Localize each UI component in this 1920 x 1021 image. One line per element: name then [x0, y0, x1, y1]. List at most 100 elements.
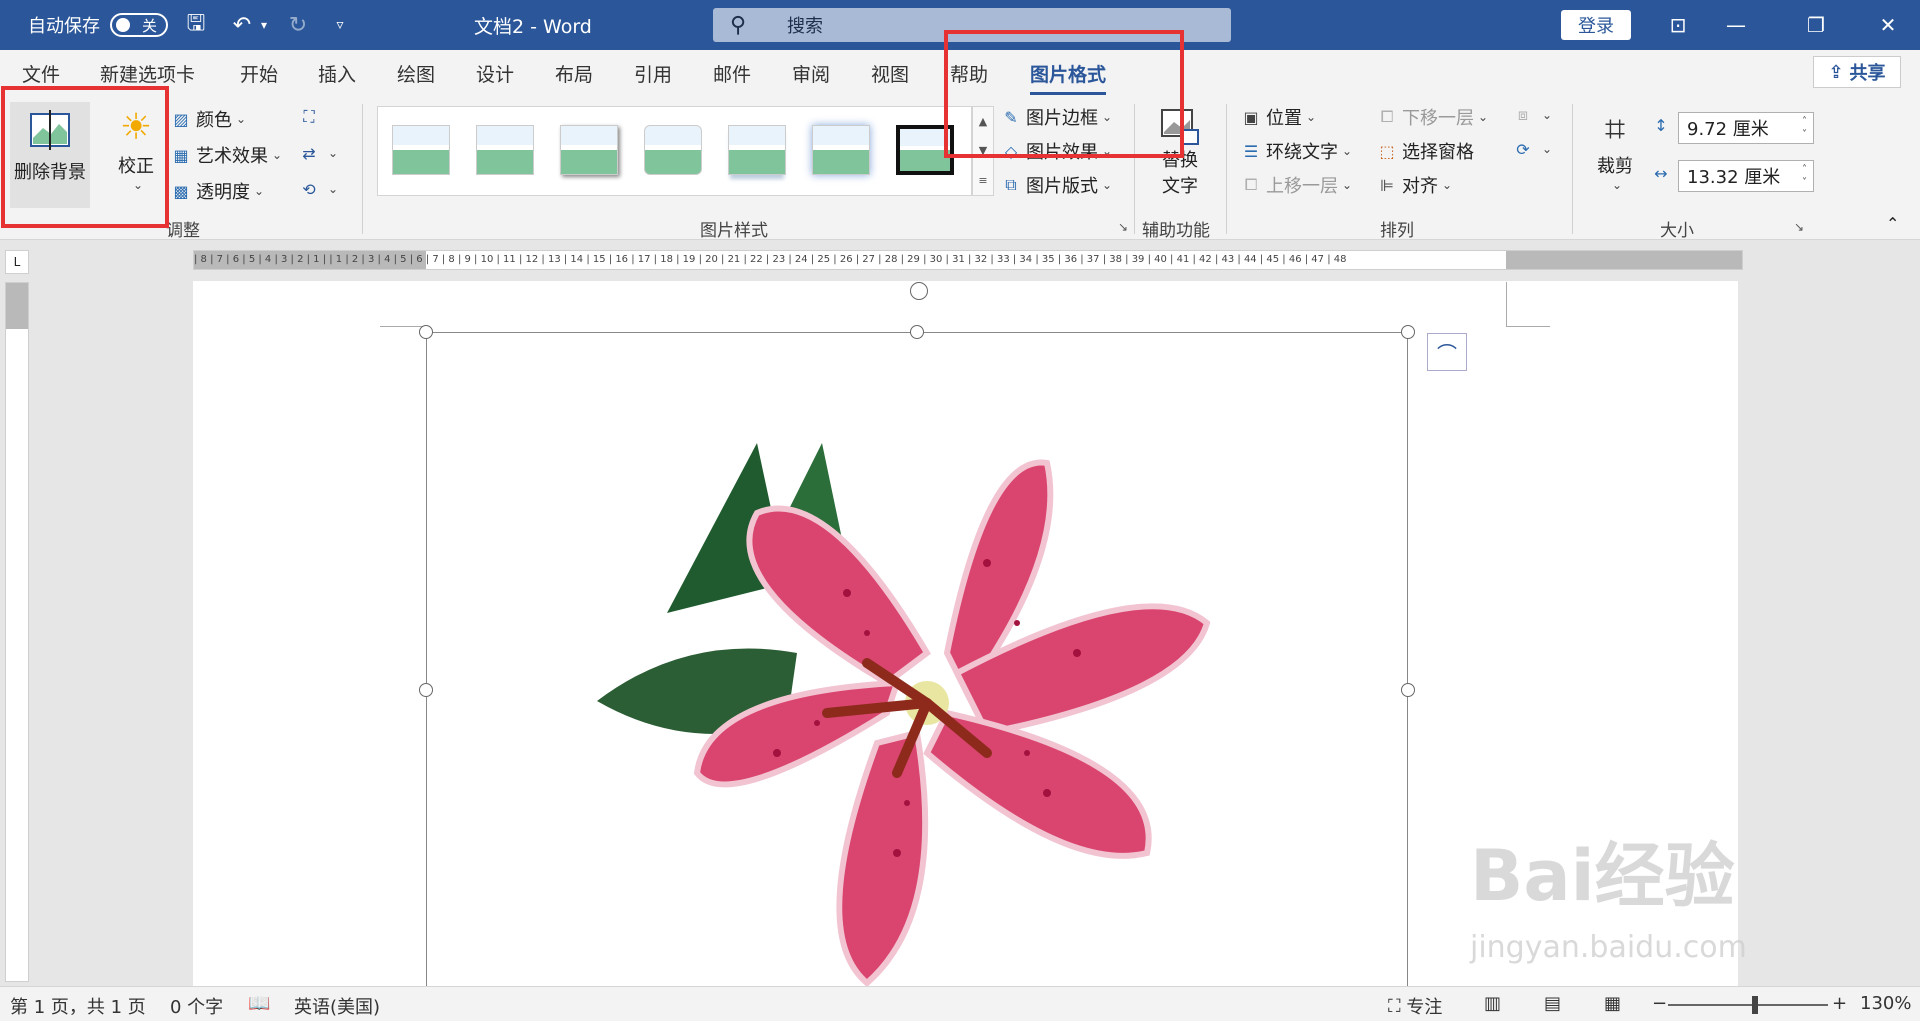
resize-handle[interactable]	[1401, 325, 1415, 339]
read-mode-icon[interactable]: ▥	[1484, 993, 1501, 1014]
chevron-down-icon: ⌄	[1611, 178, 1623, 192]
share-button[interactable]: ⇪ 共享	[1813, 56, 1901, 88]
color-button[interactable]: ▨ 颜色 ⌄	[170, 106, 246, 132]
login-button[interactable]: 登录	[1561, 10, 1631, 40]
resize-handle[interactable]	[910, 325, 924, 339]
align-button[interactable]: ⊫ 对齐 ⌄	[1376, 172, 1452, 198]
resize-handle[interactable]	[419, 683, 433, 697]
compress-icon: ⛶	[303, 107, 315, 126]
alt-text-label-2: 文字	[1162, 176, 1198, 197]
height-input[interactable]: 9.72 厘米 ˄ ˅	[1678, 112, 1814, 144]
picture-layout-button[interactable]: ⧉ 图片版式 ⌄	[1000, 172, 1112, 198]
style-thumb[interactable]	[392, 125, 450, 175]
picture-styles-gallery	[377, 106, 972, 196]
page-count[interactable]: 第 1 页，共 1 页	[10, 993, 146, 1019]
gallery-more-icon[interactable]: ≡	[978, 174, 987, 187]
dialog-launcher-icon[interactable]: ↘	[1794, 220, 1804, 234]
send-backward-label: 下移一层	[1402, 108, 1474, 129]
restore-icon[interactable]: ❐	[1786, 0, 1846, 50]
align-icon: ⊫	[1380, 175, 1394, 195]
resize-handle[interactable]	[419, 325, 433, 339]
tab-layout[interactable]: 布局	[555, 60, 593, 87]
collapse-ribbon-icon[interactable]: ⌃	[1886, 214, 1899, 233]
customize-qat-icon[interactable]: ▿	[322, 0, 358, 50]
save-icon[interactable]: 🖫	[178, 0, 214, 50]
close-icon[interactable]: ✕	[1858, 0, 1918, 50]
tab-new[interactable]: 新建选项卡	[100, 60, 195, 87]
zoom-out-icon[interactable]: −	[1652, 993, 1667, 1014]
tab-view[interactable]: 视图	[871, 60, 909, 87]
rotate-handle[interactable]	[910, 282, 928, 300]
style-thumb[interactable]	[812, 125, 870, 175]
ribbon-display-icon[interactable]: ⊡	[1648, 0, 1708, 50]
style-thumb[interactable]	[644, 125, 702, 175]
style-thumb[interactable]	[728, 125, 786, 175]
picture-layout-label: 图片版式	[1026, 176, 1098, 197]
proofing-icon[interactable]: 📖	[248, 993, 270, 1014]
tab-file[interactable]: 文件	[22, 60, 60, 87]
selected-picture[interactable]	[426, 332, 1408, 992]
focus-button[interactable]: ⛶ 专注	[1388, 993, 1442, 1019]
accessibility-group-label: 辅助功能	[1142, 221, 1210, 241]
tab-review[interactable]: 审阅	[792, 60, 830, 87]
tab-selector[interactable]: L	[5, 250, 29, 274]
artistic-effects-button[interactable]: ▦ 艺术效果 ⌄	[170, 142, 282, 168]
transparency-button[interactable]: ▩ 透明度 ⌄	[170, 178, 264, 204]
artistic-effects-icon: ▦	[173, 145, 189, 165]
rotate-button[interactable]: ⟳ ⌄	[1512, 138, 1552, 160]
tab-design[interactable]: 设计	[476, 60, 514, 87]
zoom-slider[interactable]	[1668, 1004, 1828, 1006]
size-group-label: 大小	[1660, 221, 1694, 241]
word-count[interactable]: 0 个字	[170, 993, 223, 1019]
undo-dropdown-icon[interactable]: ▾	[256, 0, 272, 50]
tab-insert[interactable]: 插入	[318, 60, 356, 87]
dialog-launcher-icon[interactable]: ↘	[1118, 220, 1128, 234]
crop-button[interactable]: ⌗ 裁剪 ⌄	[1590, 108, 1640, 192]
resize-handle[interactable]	[1401, 683, 1415, 697]
chevron-down-icon: ⌄	[1542, 108, 1553, 122]
language-status[interactable]: 英语(美国)	[294, 993, 380, 1019]
layout-icon: ⧉	[1005, 175, 1017, 194]
group-separator	[362, 104, 363, 234]
zoom-slider-knob[interactable]	[1752, 996, 1758, 1014]
zoom-in-icon[interactable]: +	[1832, 993, 1847, 1014]
vertical-ruler[interactable]	[5, 282, 29, 982]
print-layout-icon[interactable]: ▤	[1544, 993, 1561, 1014]
group-objects-button[interactable]: ⧈ ⌄	[1512, 104, 1552, 126]
selection-pane-button[interactable]: ⬚ 选择窗格	[1376, 138, 1474, 164]
bring-forward-button[interactable]: ⧠ 上移一层 ⌄	[1240, 172, 1352, 198]
position-button[interactable]: ▣ 位置 ⌄	[1240, 104, 1316, 130]
style-thumb[interactable]	[560, 125, 618, 175]
web-layout-icon[interactable]: ▦	[1604, 993, 1621, 1014]
redo-icon[interactable]: ↻	[280, 0, 316, 50]
change-picture-button[interactable]: ⇄ ⌄	[298, 142, 338, 164]
zoom-level[interactable]: 130%	[1860, 993, 1911, 1014]
wrap-text-button[interactable]: ☰ 环绕文字 ⌄	[1240, 138, 1352, 164]
ruler-ticks: | 8 | 7 | 6 | 5 | 4 | 3 | 2 | 1 | | 1 | …	[194, 254, 1347, 265]
layout-options-icon: ⌒	[1437, 341, 1457, 366]
horizontal-ruler[interactable]: | 8 | 7 | 6 | 5 | 4 | 3 | 2 | 1 | | 1 | …	[193, 250, 1743, 270]
width-spinner[interactable]: ˄ ˅	[1802, 163, 1807, 189]
tab-draw[interactable]: 绘图	[397, 60, 435, 87]
autosave-toggle[interactable]: 关	[110, 13, 168, 37]
send-backward-icon: ⧠	[1380, 107, 1394, 126]
reset-picture-button[interactable]: ⟲ ⌄	[298, 178, 338, 200]
undo-icon[interactable]: ↶	[224, 0, 260, 50]
width-input[interactable]: 13.32 厘米 ˄ ˅	[1678, 160, 1814, 192]
style-thumb[interactable]	[476, 125, 534, 175]
chevron-down-icon: ⌄	[328, 182, 339, 196]
send-backward-button[interactable]: ⧠ 下移一层 ⌄	[1376, 104, 1488, 130]
reset-picture-icon: ⟲	[302, 179, 316, 199]
tab-mailings[interactable]: 邮件	[713, 60, 751, 87]
share-icon: ⇪	[1828, 61, 1844, 83]
tab-references[interactable]: 引用	[634, 60, 672, 87]
minimize-icon[interactable]: —	[1706, 0, 1766, 50]
tab-home[interactable]: 开始	[240, 60, 278, 87]
layout-options-button[interactable]: ⌒	[1427, 333, 1467, 371]
chevron-down-icon: ⌄	[328, 146, 339, 160]
adjust-group-label: 调整	[166, 221, 200, 241]
position-icon: ▣	[1243, 107, 1259, 127]
highlight-box-remove-bg	[1, 86, 169, 228]
height-spinner[interactable]: ˄ ˅	[1802, 115, 1807, 141]
compress-pictures-button[interactable]: ⛶	[298, 106, 324, 128]
